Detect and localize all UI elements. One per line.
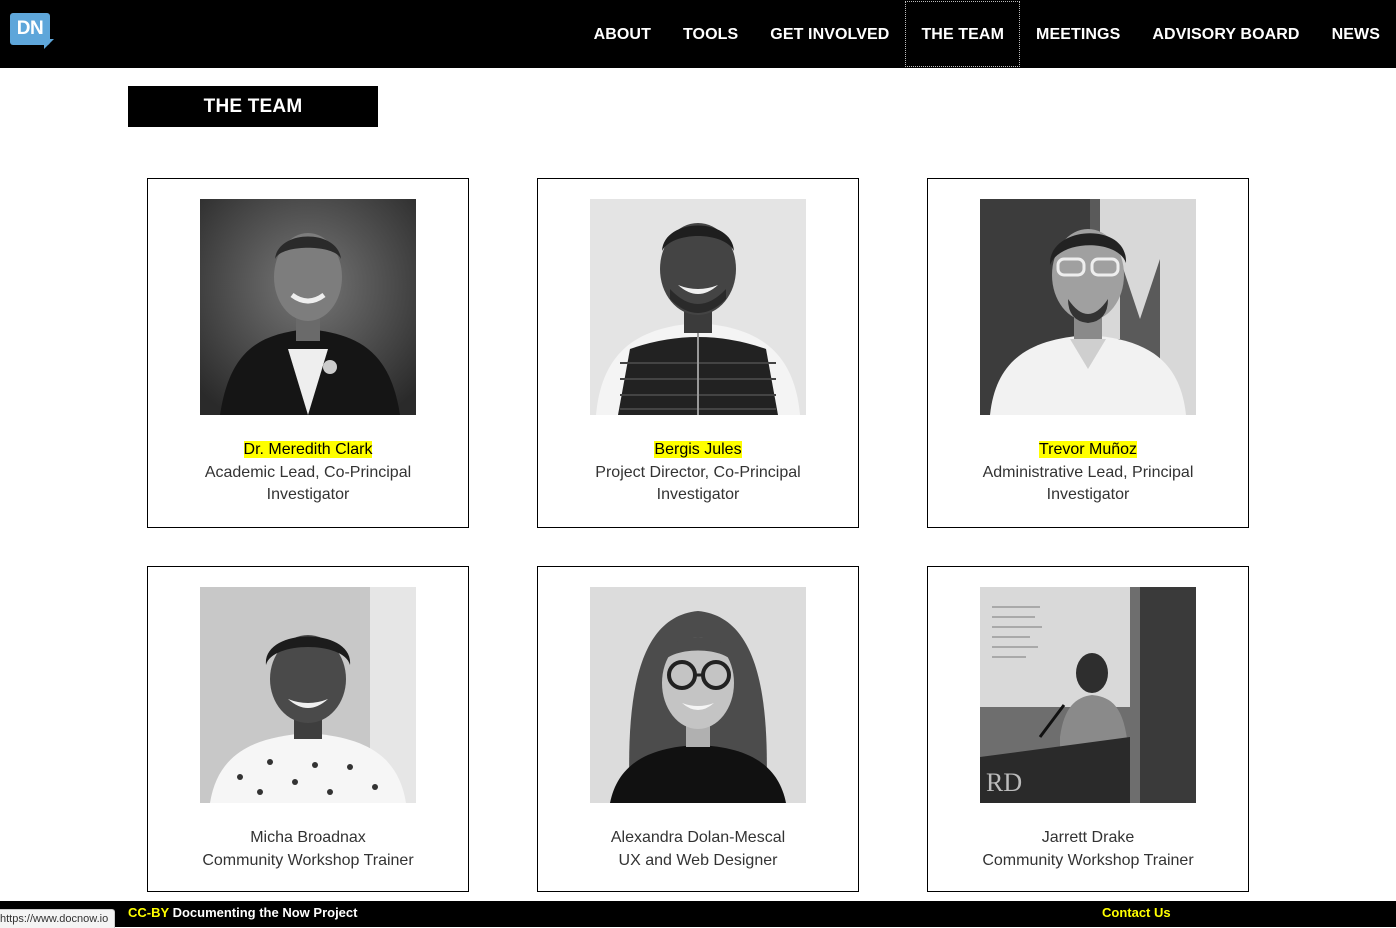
nav-item-get-involved[interactable]: GET INVOLVED — [754, 1, 905, 67]
member-name[interactable]: Dr. Meredith Clark — [243, 441, 373, 458]
nav-item-the-team[interactable]: THE TEAM — [905, 1, 1021, 67]
docnow-logo[interactable]: DN — [10, 13, 54, 49]
svg-text:RD: RD — [986, 768, 1022, 797]
team-card: Micha Broadnax Community Workshop Traine… — [147, 566, 469, 892]
page-title: THE TEAM — [128, 86, 378, 127]
team-card: Trevor Muñoz Administrative Lead, Princi… — [927, 178, 1249, 528]
team-photo — [200, 587, 416, 803]
team-card: Bergis Jules Project Director, Co-Princi… — [537, 178, 859, 528]
nav-item-about[interactable]: ABOUT — [578, 1, 667, 67]
nav-menu: ABOUT TOOLS GET INVOLVED THE TEAM MEETIN… — [578, 0, 1396, 68]
member-info: Alexandra Dolan-Mescal UX and Web Design… — [558, 827, 838, 872]
member-role: Administrative Lead, Principal Investiga… — [982, 463, 1194, 504]
member-role: UX and Web Designer — [618, 851, 778, 869]
nav-item-tools[interactable]: TOOLS — [667, 1, 754, 67]
member-name[interactable]: Bergis Jules — [654, 441, 742, 458]
nav-item-advisory-board[interactable]: ADVISORY BOARD — [1136, 1, 1315, 67]
member-info: Bergis Jules Project Director, Co-Princi… — [558, 439, 838, 507]
status-bar-url: https://www.docnow.io — [0, 909, 116, 928]
member-name[interactable]: Micha Broadnax — [250, 829, 366, 846]
member-info: Trevor Muñoz Administrative Lead, Princi… — [948, 439, 1228, 507]
member-role: Community Workshop Trainer — [982, 851, 1194, 869]
member-role: Community Workshop Trainer — [202, 851, 414, 869]
nav-item-news[interactable]: NEWS — [1316, 1, 1396, 67]
member-name[interactable]: Jarrett Drake — [1042, 829, 1134, 846]
member-name[interactable]: Alexandra Dolan-Mescal — [611, 829, 785, 846]
member-name[interactable]: Trevor Muñoz — [1038, 441, 1138, 458]
team-card: Dr. Meredith Clark Academic Lead, Co-Pri… — [147, 178, 469, 528]
team-photo — [980, 199, 1196, 415]
team-photo — [590, 587, 806, 803]
team-photo: RD — [980, 587, 1196, 803]
member-info: Micha Broadnax Community Workshop Traine… — [168, 827, 448, 872]
footer-credit: CC-BY Documenting the Now Project — [128, 901, 357, 927]
member-role: Academic Lead, Co-Principal Investigator — [204, 463, 412, 504]
member-info: Jarrett Drake Community Workshop Trainer — [948, 827, 1228, 872]
logo-speech-tail — [44, 39, 54, 49]
team-photo — [590, 199, 806, 415]
team-card: RD Jarrett Drake Community Workshop Trai… — [927, 566, 1249, 892]
contact-us-link[interactable]: Contact Us — [1102, 901, 1171, 927]
top-nav: DN ABOUT TOOLS GET INVOLVED THE TEAM MEE… — [0, 0, 1396, 68]
team-photo — [200, 199, 416, 415]
member-info: Dr. Meredith Clark Academic Lead, Co-Pri… — [168, 439, 448, 507]
team-card: Alexandra Dolan-Mescal UX and Web Design… — [537, 566, 859, 892]
member-role: Project Director, Co-Principal Investiga… — [595, 463, 801, 504]
project-name: Documenting the Now Project — [172, 905, 358, 920]
license-link[interactable]: CC-BY — [128, 905, 169, 920]
nav-item-meetings[interactable]: MEETINGS — [1020, 1, 1136, 67]
